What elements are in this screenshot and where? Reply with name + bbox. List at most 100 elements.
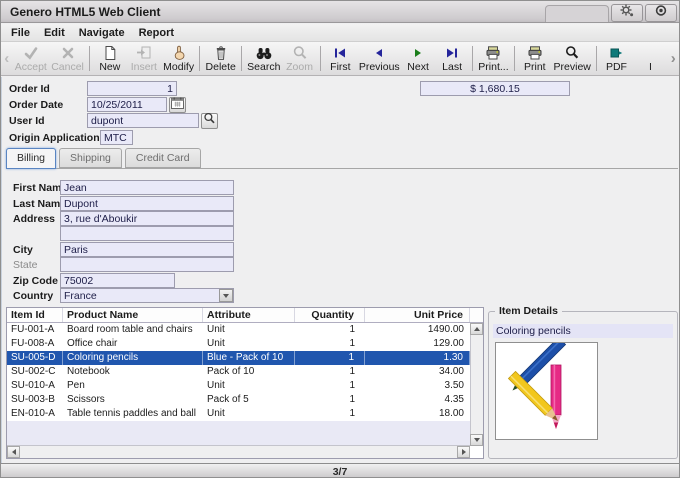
menu-report[interactable]: Report: [139, 27, 174, 39]
toolbar-scroll-left-icon[interactable]: ‹: [1, 42, 13, 75]
address2-field[interactable]: [60, 226, 234, 241]
last-button[interactable]: Last: [435, 42, 469, 75]
vertical-scrollbar[interactable]: [470, 323, 483, 446]
table-row[interactable]: EN-010-A Table tennis paddles and ball Uni…: [7, 407, 470, 421]
cancel-x-icon: [60, 44, 76, 61]
tab-credit-card[interactable]: Credit Card: [124, 148, 201, 168]
print-dialog-button[interactable]: Print...: [476, 42, 511, 75]
table-row[interactable]: FU-008-A Office chair Unit 1 129.00: [7, 337, 470, 351]
origin-application-label: Origin Application: [9, 132, 100, 144]
titlebar-tab-placeholder: [545, 5, 609, 22]
menu-file[interactable]: File: [11, 27, 30, 39]
search-magnifier-icon: [203, 112, 216, 130]
print-button[interactable]: Print: [518, 42, 552, 75]
table-cell: Notebook: [67, 366, 110, 377]
toolbar-partial-button[interactable]: I: [633, 42, 667, 75]
settings-button[interactable]: [611, 4, 643, 22]
table-cell: Unit: [207, 408, 225, 419]
horizontal-scrollbar[interactable]: [7, 445, 470, 458]
table-header: Item Id Product Name Attribute Quantity …: [7, 308, 483, 323]
gear-icon: [619, 3, 635, 23]
statusbar: 3/7: [1, 463, 679, 478]
tab-shipping[interactable]: Shipping: [59, 148, 122, 168]
table-row[interactable]: SU-005-D Coloring pencils Blue - Pack of 1…: [7, 351, 470, 365]
delete-button[interactable]: Delete: [203, 42, 238, 75]
menu-navigate[interactable]: Navigate: [79, 27, 125, 39]
table-cell: EN-010-A: [11, 408, 55, 419]
table-cell: Scissors: [67, 394, 105, 405]
scroll-up-button[interactable]: [470, 323, 483, 335]
user-id-label: User Id: [9, 115, 45, 127]
country-label: Country: [13, 290, 54, 302]
order-id-field[interactable]: 1: [87, 81, 177, 96]
city-field[interactable]: Paris: [60, 242, 234, 257]
order-date-field[interactable]: 10/25/2011: [87, 97, 167, 112]
previous-button[interactable]: Previous: [357, 42, 401, 75]
tab-billing[interactable]: Billing: [6, 148, 57, 169]
printer-icon: [527, 44, 543, 61]
country-select[interactable]: France: [60, 288, 234, 303]
toolbar-scroll-right-icon[interactable]: ›: [667, 42, 679, 75]
pdf-button[interactable]: PDF: [599, 42, 633, 75]
first-button[interactable]: First: [323, 42, 357, 75]
user-lookup-button[interactable]: [201, 112, 218, 130]
connection-status-button[interactable]: [645, 4, 677, 22]
table-row[interactable]: FU-001-A Board room table and chairs Unit 1…: [7, 323, 470, 337]
state-field[interactable]: [60, 257, 234, 272]
col-header-quantity[interactable]: Quantity: [295, 308, 365, 322]
address-field[interactable]: 3, rue d'Aboukir: [60, 211, 234, 226]
col-header-attribute[interactable]: Attribute: [203, 308, 295, 322]
table-cell: SU-003-B: [11, 394, 55, 405]
zoom-button[interactable]: Zoom: [283, 42, 317, 75]
country-dropdown-button[interactable]: [219, 289, 233, 302]
accept-button[interactable]: Accept: [13, 42, 50, 75]
table-row[interactable]: SU-002-C Notebook Pack of 10 1 34.00: [7, 365, 470, 379]
table-cell: 1: [349, 380, 355, 391]
form-content: Order Id 1 Order Date 10/25/2011 User Id…: [1, 77, 679, 463]
scroll-left-button[interactable]: [7, 446, 20, 458]
table-cell: Unit: [207, 380, 225, 391]
new-button[interactable]: New: [93, 42, 127, 75]
insert-button[interactable]: Insert: [127, 42, 161, 75]
table-row[interactable]: SU-010-A Pen Unit 1 3.50: [7, 379, 470, 393]
item-details-group: Item Details Coloring pencils: [488, 305, 678, 459]
table-cell: 1: [349, 324, 355, 335]
items-table: Item Id Product Name Attribute Quantity …: [6, 307, 484, 459]
next-button[interactable]: Next: [401, 42, 435, 75]
table-cell: 1: [349, 338, 355, 349]
scroll-down-button[interactable]: [470, 434, 483, 446]
last-name-field[interactable]: Dupont: [60, 196, 234, 211]
toolbar-separator: [199, 46, 201, 71]
scroll-right-button[interactable]: [457, 446, 470, 458]
cancel-button[interactable]: Cancel: [49, 42, 86, 75]
menu-edit[interactable]: Edit: [44, 27, 65, 39]
col-header-item-id[interactable]: Item Id: [7, 308, 63, 322]
table-cell: SU-005-D: [7, 351, 63, 365]
table-empty-area: [7, 421, 470, 446]
window-title: Genero HTML5 Web Client: [10, 4, 161, 19]
calendar-button[interactable]: [169, 97, 186, 113]
preview-magnifier-icon: [564, 44, 580, 61]
table-cell: Board room table and chairs: [67, 324, 193, 335]
search-button[interactable]: Search: [245, 42, 282, 75]
status-circle-icon: [653, 3, 669, 23]
user-id-field[interactable]: dupont: [87, 113, 199, 128]
modify-button[interactable]: Modify: [161, 42, 197, 75]
origin-application-field[interactable]: MTC: [100, 130, 133, 145]
trash-icon: [213, 44, 229, 61]
last-name-label: Last Name: [13, 198, 67, 210]
table-row[interactable]: SU-003-B Scissors Pack of 5 1 4.35: [7, 393, 470, 407]
menubar: File Edit Navigate Report: [1, 24, 679, 41]
first-name-field[interactable]: Jean: [60, 180, 234, 195]
address-label: Address: [13, 213, 56, 225]
preview-button[interactable]: Preview: [552, 42, 593, 75]
table-cell: Pack of 5: [207, 394, 249, 405]
col-header-unit-price[interactable]: Unit Price: [365, 308, 470, 322]
col-header-product-name[interactable]: Product Name: [63, 308, 203, 322]
binoculars-icon: [255, 44, 273, 61]
order-date-label: Order Date: [9, 99, 64, 111]
app-window: Genero HTML5 Web Client File Edit Naviga…: [0, 0, 680, 478]
record-position: 3/7: [332, 465, 348, 478]
toolbar-separator: [595, 46, 597, 71]
zip-code-field[interactable]: 75002: [60, 273, 175, 288]
